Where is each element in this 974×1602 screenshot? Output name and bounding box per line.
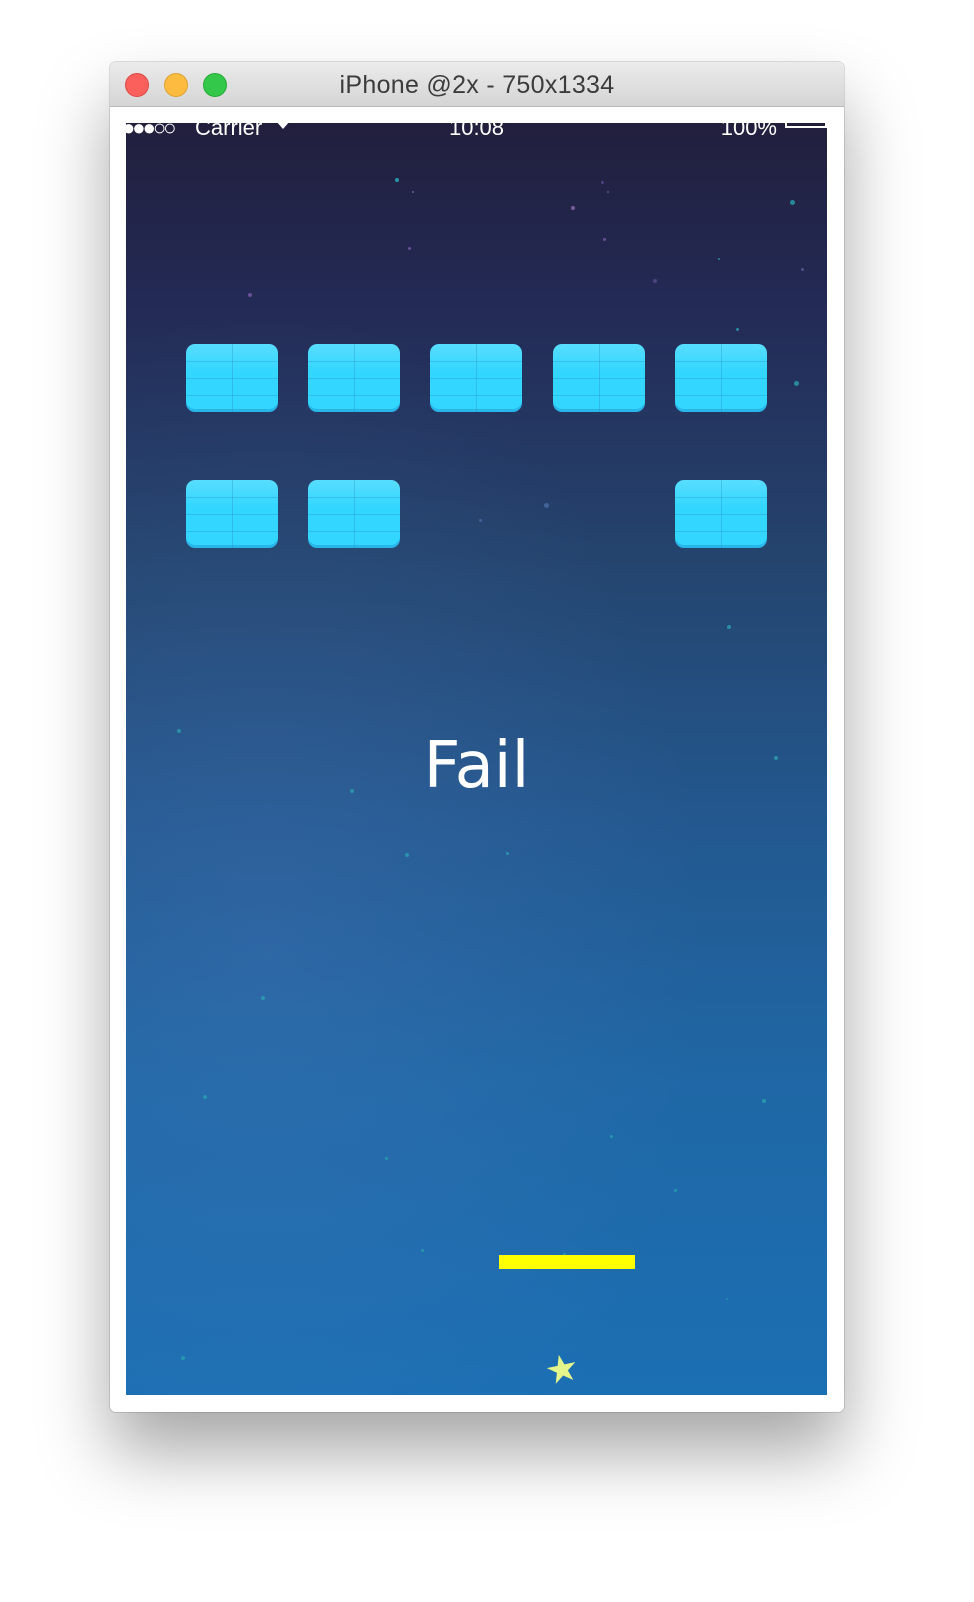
background-star [181,1356,185,1360]
background-star [801,268,804,271]
background-star [603,238,606,241]
battery-icon [785,123,827,128]
title-bar[interactable]: iPhone @2x - 750x1334 [110,62,844,107]
background-star [726,1298,728,1300]
background-star [794,381,799,386]
background-star [544,503,549,508]
background-star [203,1095,207,1099]
background-star [412,191,414,193]
background-star [571,206,575,210]
brick [430,344,522,412]
brick [553,344,645,412]
background-star [506,852,509,855]
game-screen[interactable]: ●●●○○ Carrier 10:08 100% Fail ★ [126,123,827,1395]
background-star [385,1157,388,1160]
background-star [405,853,409,857]
window-title: iPhone @2x - 750x1334 [339,71,615,99]
background-star [395,178,399,182]
background-star [610,1135,613,1138]
game-over-message: Fail [423,729,530,803]
background-star [653,279,657,283]
background-star [607,191,609,193]
background-star [421,1249,424,1252]
battery-percent: 100% [720,123,777,140]
brick [308,480,400,548]
brick [675,344,767,412]
brick [308,344,400,412]
background-star [736,328,739,331]
brick [675,480,767,548]
background-star [718,258,720,260]
background-star [601,181,604,184]
star-icon: ★ [540,1345,584,1395]
background-star [248,293,252,297]
brick [186,344,278,412]
brick [186,480,278,548]
background-star [762,1099,766,1103]
background-star [674,1189,677,1192]
status-bar: ●●●○○ Carrier 10:08 100% [126,123,827,143]
background-star [408,247,411,250]
simulator-window: iPhone @2x - 750x1334 ●●●○○ Carrier 10:0… [110,62,844,1412]
background-star [479,519,482,522]
background-star [790,200,795,205]
paddle[interactable] [499,1255,635,1269]
background-star [261,996,265,1000]
background-star [727,625,731,629]
